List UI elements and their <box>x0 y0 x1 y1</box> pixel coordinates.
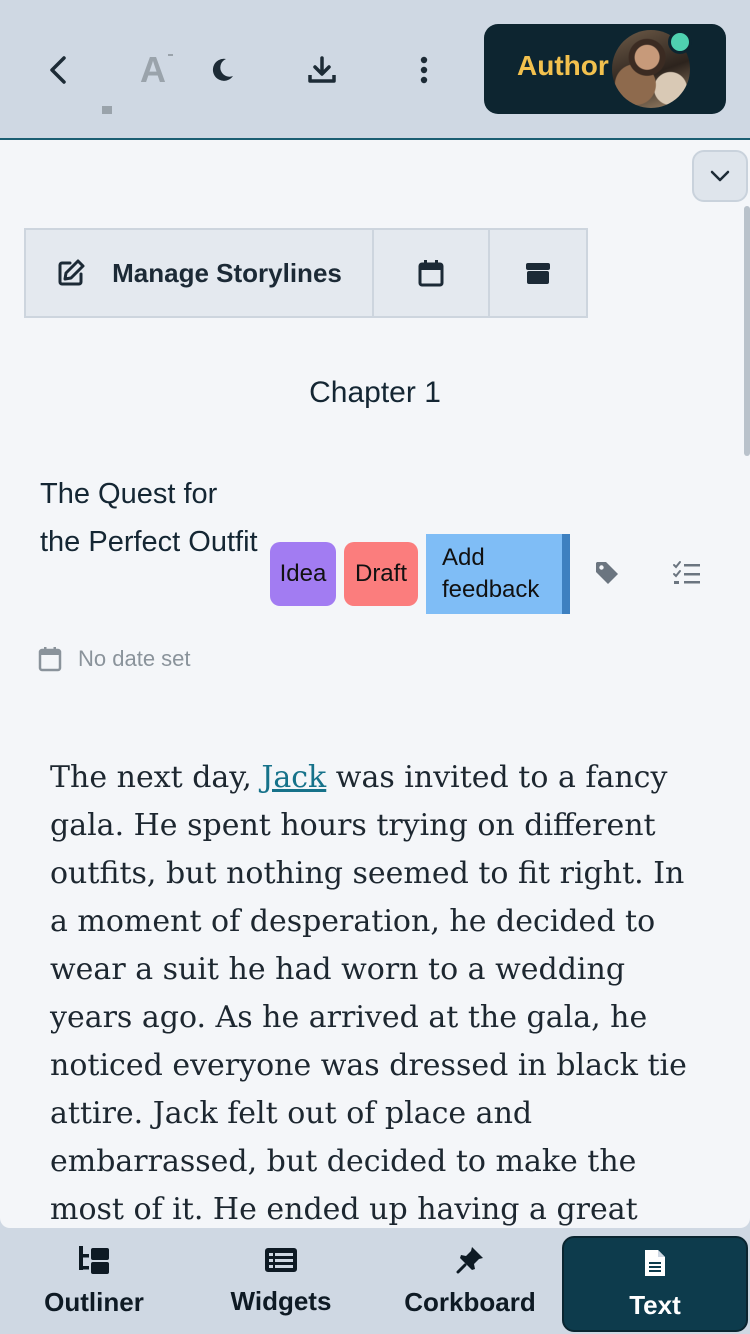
top-toolbar: A Author <box>0 0 750 140</box>
status-idea-badge[interactable]: Idea <box>270 542 336 606</box>
back-button[interactable] <box>36 48 80 92</box>
nav-outliner-label: Outliner <box>44 1286 144 1317</box>
chevron-left-icon <box>50 56 66 84</box>
chevron-down-icon <box>710 170 730 182</box>
online-status-dot <box>668 30 692 54</box>
nav-widgets[interactable]: Widgets <box>206 1228 356 1334</box>
add-feedback-button[interactable]: Add feedback <box>426 534 570 614</box>
nav-widgets-label: Widgets <box>230 1285 332 1316</box>
author-label: Author <box>517 50 609 81</box>
calendar-icon <box>418 260 444 287</box>
bottom-navigation: Outliner Widgets Corkboard Text <box>0 1228 750 1334</box>
author-button[interactable]: Author <box>484 24 726 114</box>
download-icon <box>308 56 336 83</box>
scrollbar-thumb[interactable] <box>744 206 750 456</box>
nav-corkboard-label: Corkboard <box>404 1286 536 1317</box>
status-draft-badge[interactable]: Draft <box>344 542 418 606</box>
box-icon <box>526 263 550 284</box>
nav-outliner[interactable]: Outliner <box>20 1228 168 1334</box>
dark-mode-button[interactable] <box>200 48 244 92</box>
document-icon <box>645 1249 665 1276</box>
nav-corkboard[interactable]: Corkboard <box>392 1228 548 1334</box>
calendar-icon <box>38 647 62 672</box>
outliner-icon <box>79 1245 109 1274</box>
moon-icon <box>212 58 233 81</box>
nav-text[interactable]: Text <box>562 1236 748 1332</box>
tag-button[interactable] <box>594 560 620 586</box>
nav-text-label: Text <box>629 1289 681 1320</box>
manage-storylines-button[interactable]: Manage Storylines <box>24 228 374 318</box>
manage-storylines-label: Manage Storylines <box>112 257 342 288</box>
download-button[interactable] <box>300 48 344 92</box>
scene-panel: Manage Storylines Chapter 1 The Quest fo… <box>0 140 750 1228</box>
chapter-title: Chapter 1 <box>309 376 441 409</box>
widgets-icon <box>265 1247 297 1272</box>
body-text-rest: was invited to a fancy gala. He spent ho… <box>50 760 687 1227</box>
storyline-toolbar: Manage Storylines <box>24 228 588 318</box>
more-vertical-icon <box>420 56 428 84</box>
scene-date[interactable]: No date set <box>38 646 191 672</box>
body-text-start: The next day, <box>50 760 262 795</box>
checklist-icon <box>673 561 700 584</box>
collapse-button[interactable] <box>692 150 748 202</box>
timeline-button[interactable] <box>372 228 490 318</box>
edit-icon <box>58 259 85 286</box>
checklist-button[interactable] <box>672 560 702 588</box>
tag-icon <box>596 562 618 584</box>
scene-body-text[interactable]: The next day, Jack was invited to a fanc… <box>50 754 710 1228</box>
archive-button[interactable] <box>488 228 588 318</box>
font-size-button[interactable]: A <box>102 48 176 114</box>
pin-icon <box>456 1246 483 1273</box>
more-options-button[interactable] <box>402 48 446 92</box>
date-text: No date set <box>78 646 191 671</box>
scene-title[interactable]: The Quest for the Perfect Outfit <box>40 470 260 566</box>
font-size-icon: A <box>140 49 166 90</box>
character-link-jack[interactable]: Jack <box>261 760 326 795</box>
